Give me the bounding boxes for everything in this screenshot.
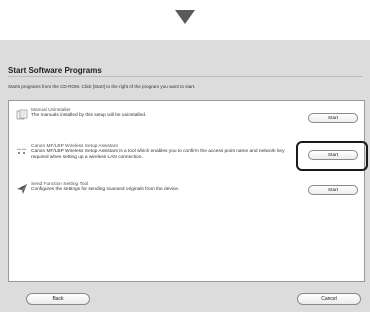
wireless-icon	[16, 148, 27, 154]
top-arrow-area	[0, 0, 370, 40]
page-title: Start Software Programs	[8, 66, 102, 75]
title-divider	[8, 76, 363, 77]
page-subtitle: Starts programs from the CD-ROM. Click […	[8, 84, 196, 89]
program-description: The manuals installed by this setup will…	[31, 113, 147, 118]
highlight-ring	[296, 141, 368, 171]
start-button-manual-uninstaller[interactable]: Start	[308, 113, 358, 123]
start-software-dialog: Start Software Programs Starts programs …	[0, 40, 370, 312]
uninstaller-icon	[16, 109, 28, 120]
back-button[interactable]: Back	[26, 293, 90, 305]
program-description: Configures the settings for sending scan…	[31, 187, 180, 192]
send-function-icon	[17, 184, 27, 194]
start-button-send-function[interactable]: Start	[308, 185, 358, 195]
program-list-panel: Manual Uninstaller The manuals installed…	[8, 100, 365, 282]
program-description: Canon MF/LBP Wireless Setup Assistant is…	[31, 149, 285, 160]
cancel-button[interactable]: Cancel	[297, 293, 361, 305]
down-arrow-icon	[175, 10, 195, 24]
